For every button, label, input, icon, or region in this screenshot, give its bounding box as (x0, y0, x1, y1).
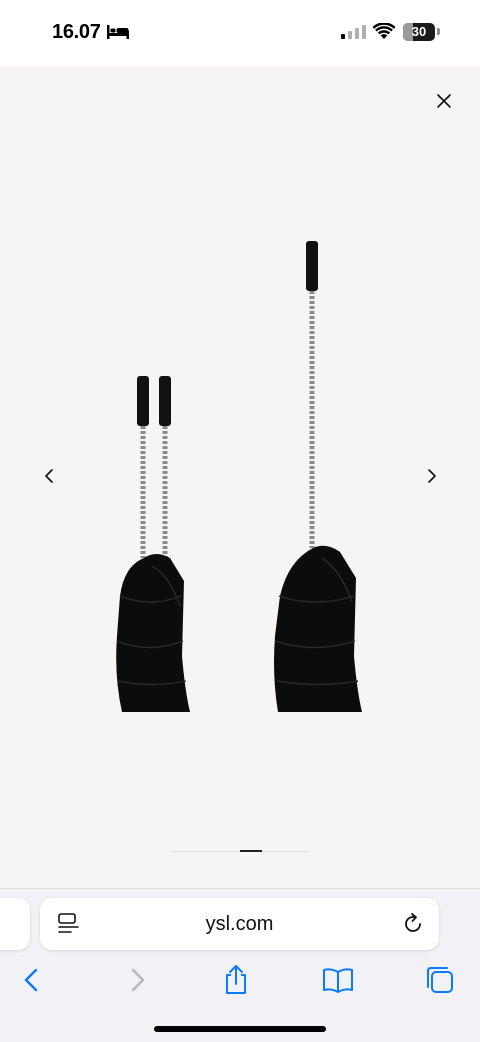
close-icon[interactable] (430, 87, 458, 115)
image-viewer (0, 66, 480, 888)
browser-nav-row (0, 953, 480, 1003)
status-time: 16.07 (52, 21, 101, 43)
pager-active-indicator (240, 850, 262, 852)
chevron-right-icon[interactable] (419, 464, 443, 488)
bag-double-strap-view (116, 376, 190, 712)
tabs-icon[interactable] (423, 963, 457, 997)
chevron-left-icon[interactable] (38, 464, 62, 488)
address-bar[interactable]: ysl.com (40, 898, 439, 950)
home-indicator (154, 1026, 326, 1032)
battery-icon: 30 (403, 23, 435, 41)
image-pager (172, 850, 308, 853)
share-icon[interactable] (219, 963, 253, 997)
cellular-signal-icon (341, 25, 366, 39)
status-bar: 16.07 30 (0, 0, 480, 66)
back-icon[interactable] (15, 963, 49, 997)
battery-percentage: 30 (411, 24, 427, 39)
bed-icon (107, 25, 129, 39)
url-text[interactable]: ysl.com (100, 913, 379, 936)
previous-tab-preview[interactable] (0, 898, 30, 950)
reload-icon[interactable] (401, 912, 425, 936)
bag-single-strap-view (274, 241, 362, 712)
forward-icon[interactable] (120, 963, 154, 997)
reader-icon[interactable] (58, 913, 80, 935)
product-image (116, 241, 362, 712)
wifi-icon (373, 23, 395, 39)
browser-toolbar: ysl.com (0, 888, 480, 1042)
bookmarks-icon[interactable] (321, 963, 355, 997)
battery-tip (437, 28, 440, 35)
